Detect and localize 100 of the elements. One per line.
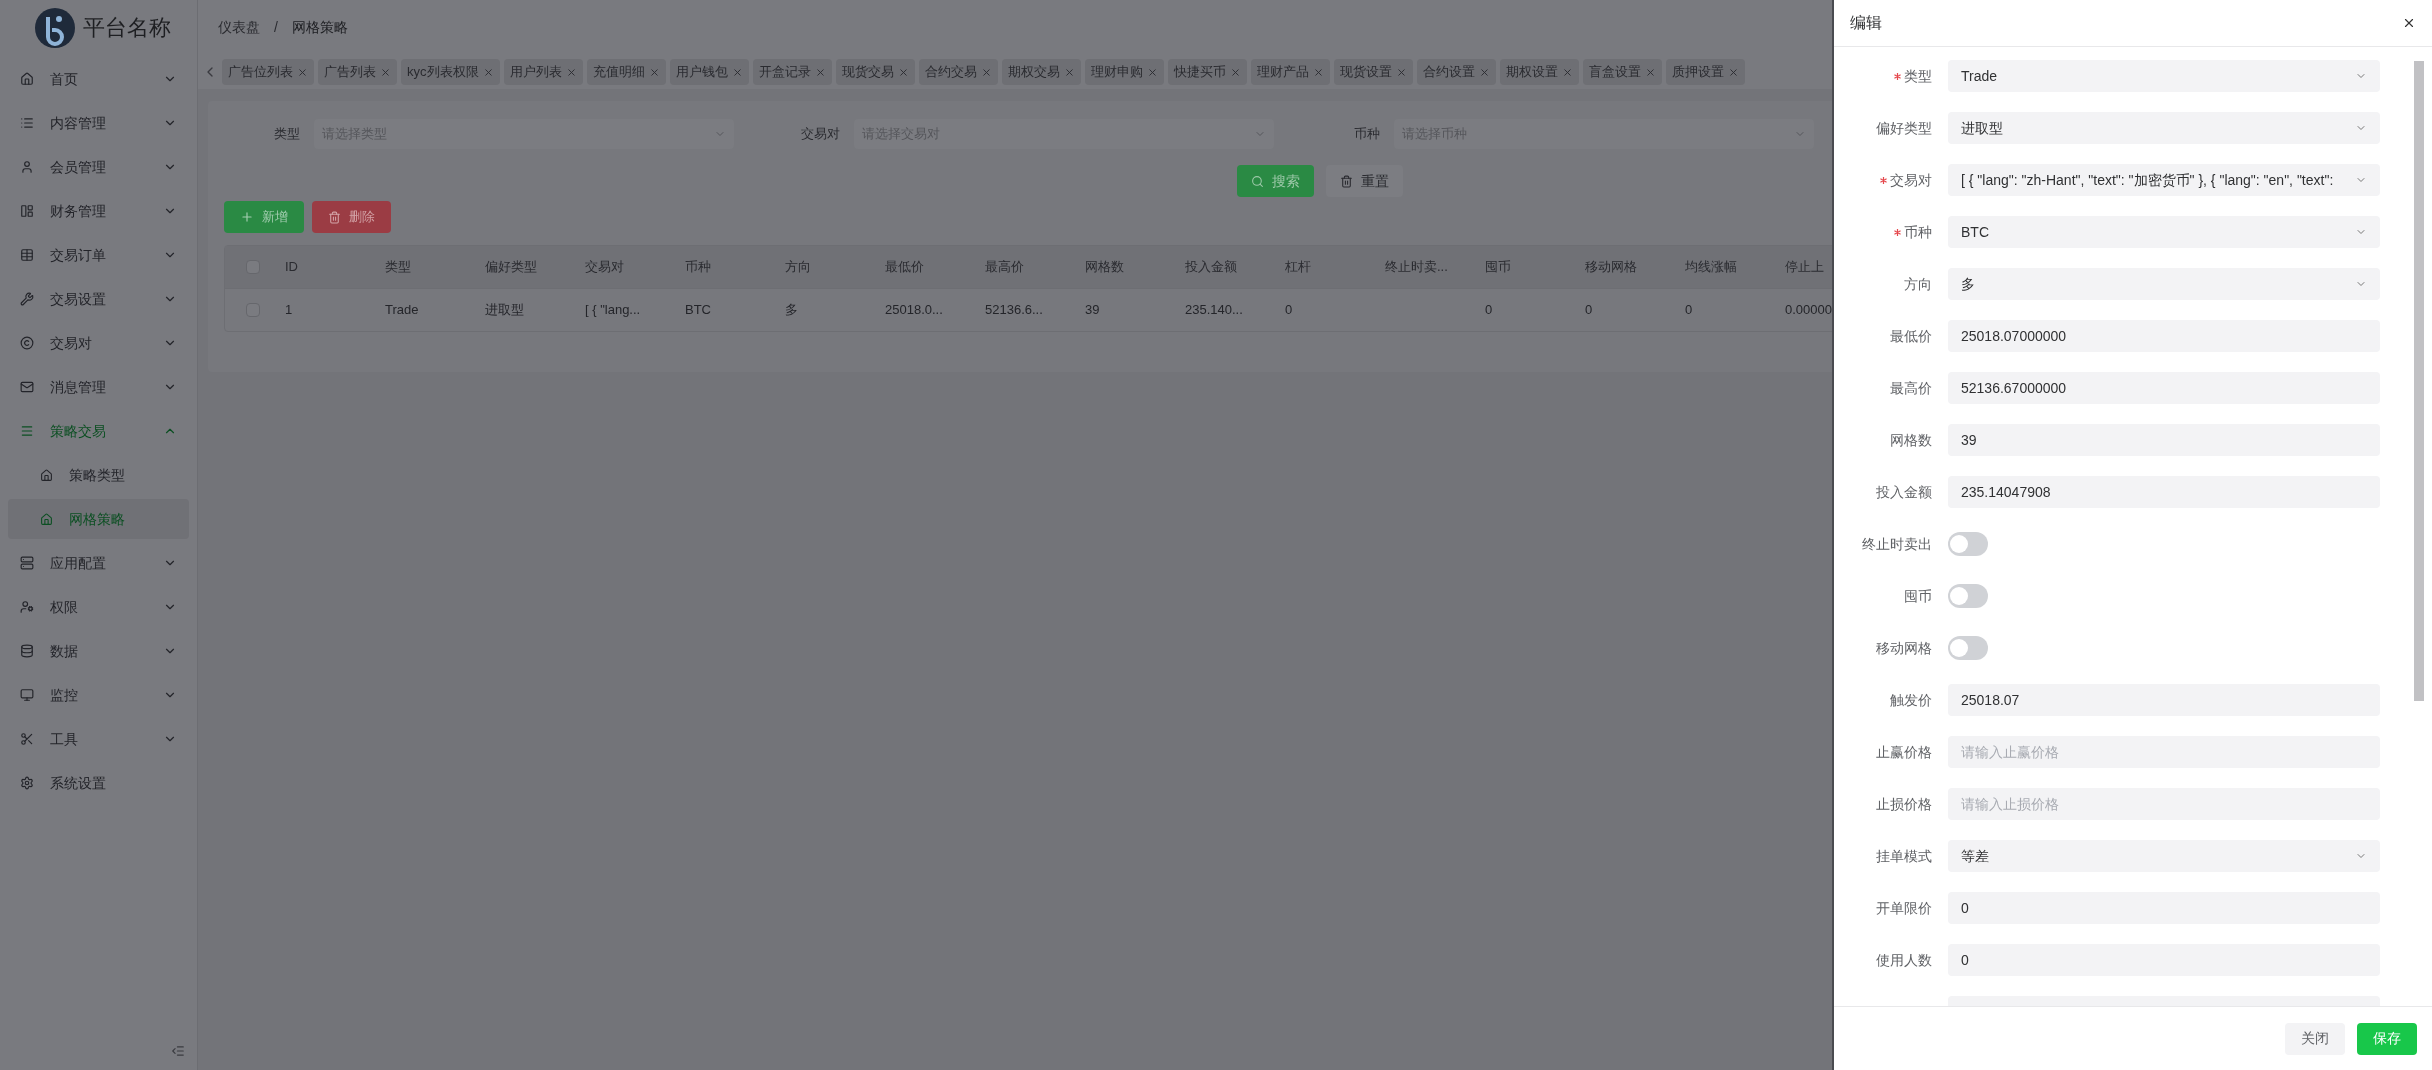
- table-cell: 0: [1685, 302, 1693, 318]
- input-field[interactable]: 请输入止赢价格: [1948, 736, 2380, 768]
- select-field[interactable]: [ { "lang": "zh-Hant", "text": "加密货币" }, { "lang": "en", "text":: [1948, 164, 2380, 196]
- server-icon: [20, 556, 34, 570]
- save-button[interactable]: 保存: [2357, 1022, 2417, 1055]
- sidebar-item[interactable]: 交易订单: [0, 233, 197, 277]
- sidebar-subitem[interactable]: 网格策略: [8, 499, 189, 539]
- input-field[interactable]: 39: [1948, 424, 2380, 456]
- sidebar-item[interactable]: 消息管理: [0, 365, 197, 409]
- page-tab[interactable]: 广告位列表: [222, 59, 314, 85]
- page-tab[interactable]: 用户列表: [503, 59, 583, 85]
- input-field[interactable]: 0: [1948, 944, 2380, 976]
- input-field[interactable]: 25018.07: [1948, 684, 2380, 716]
- list-icon: [20, 116, 34, 130]
- page-tab[interactable]: 广告列表: [318, 59, 397, 85]
- page-tab[interactable]: 用户钱包: [669, 59, 749, 85]
- sidebar-subitem[interactable]: 策略类型: [8, 455, 189, 495]
- page-tab[interactable]: 现货设置: [1333, 59, 1413, 85]
- field-label: 网格数: [1890, 430, 1932, 450]
- page-tab[interactable]: 盲盒设置: [1582, 59, 1662, 85]
- toggle-switch[interactable]: [1948, 532, 1988, 556]
- column-header: 投入金额: [1184, 258, 1238, 277]
- toggle-switch[interactable]: [1948, 584, 1988, 608]
- input-field[interactable]: 235.14047908: [1948, 476, 2380, 508]
- table-cell: 进取型: [485, 302, 524, 318]
- delete-button[interactable]: 删除: [312, 201, 391, 233]
- close-icon[interactable]: [2402, 16, 2416, 30]
- scissors-icon: [20, 732, 34, 746]
- column-header: 均线涨幅: [1684, 258, 1738, 277]
- sidebar-item[interactable]: 系统设置: [0, 761, 197, 805]
- reset-button[interactable]: 重置: [1326, 165, 1403, 197]
- gear-icon: [20, 776, 34, 790]
- column-header: ID: [284, 258, 299, 277]
- page-tab[interactable]: 质押设置: [1665, 59, 1745, 85]
- column-header: 最低价: [884, 258, 925, 277]
- page-tab[interactable]: 现货交易: [835, 59, 915, 85]
- sidebar-item[interactable]: 数据: [0, 629, 197, 673]
- page-tab[interactable]: 期权设置: [1499, 59, 1579, 85]
- column-header: 交易对: [584, 258, 625, 277]
- drawer-title: 编辑: [1850, 13, 1883, 33]
- sidebar-item[interactable]: 财务管理: [0, 189, 197, 233]
- page-tab[interactable]: 理财申购: [1084, 59, 1164, 85]
- search-button[interactable]: 搜索: [1237, 165, 1314, 197]
- select-field[interactable]: 进取型: [1948, 112, 2380, 144]
- field-label: 止损价格: [1876, 794, 1932, 814]
- column-header: 偏好类型: [484, 258, 538, 277]
- table-cell: BTC: [685, 302, 711, 318]
- sidebar-item[interactable]: 交易设置: [0, 277, 197, 321]
- user-icon: [20, 160, 34, 174]
- select-field[interactable]: 多: [1948, 268, 2380, 300]
- sidebar-item[interactable]: 策略交易: [0, 409, 197, 453]
- close-button[interactable]: 关闭: [2285, 1022, 2345, 1055]
- filter-label: 交易对: [800, 125, 841, 144]
- select-field[interactable]: 等差: [1948, 840, 2380, 872]
- field-label: 投入金额: [1876, 482, 1932, 502]
- page-tab[interactable]: 合约交易: [918, 59, 998, 85]
- select-field[interactable]: BTC: [1948, 216, 2380, 248]
- breadcrumb-current: 网格策略: [291, 18, 348, 37]
- table-cell: [ { "lang...: [585, 302, 641, 318]
- page-tab[interactable]: 快捷买币: [1167, 59, 1247, 85]
- filter-label: 类型: [273, 125, 301, 144]
- field-label: 囤币: [1904, 586, 1932, 606]
- toggle-switch[interactable]: [1948, 636, 1988, 660]
- platform-name: 平台名称: [83, 14, 171, 42]
- field-label: 使用人数: [1876, 950, 1932, 970]
- input-field[interactable]: 请输入止损价格: [1948, 788, 2380, 820]
- page-tab[interactable]: 充值明细: [586, 59, 666, 85]
- page-tab[interactable]: 期权交易: [1001, 59, 1081, 85]
- sidebar-item[interactable]: 会员管理: [0, 145, 197, 189]
- page-tab[interactable]: 理财产品: [1250, 59, 1330, 85]
- sidebar-item[interactable]: 交易对: [0, 321, 197, 365]
- required-asterisk-icon: [1880, 176, 1887, 184]
- table-cell: 0: [1285, 302, 1293, 318]
- page-tab[interactable]: kyc列表权限: [401, 59, 500, 85]
- required-asterisk-icon: [1894, 228, 1901, 236]
- select-field[interactable]: Trade: [1948, 60, 2380, 92]
- column-header: 类型: [384, 258, 412, 277]
- input-field[interactable]: 25018.07000000: [1948, 320, 2380, 352]
- sidebar-item[interactable]: 工具: [0, 717, 197, 761]
- input-field[interactable]: 52136.67000000: [1948, 372, 2380, 404]
- add-button[interactable]: 新增: [224, 201, 304, 233]
- page-tab[interactable]: 开盒记录: [752, 59, 832, 85]
- field-label: 移动网格: [1876, 638, 1932, 658]
- plus-icon: [240, 210, 254, 224]
- breadcrumb-link[interactable]: 仪表盘: [218, 17, 260, 38]
- sidebar-item[interactable]: 权限: [0, 585, 197, 629]
- column-header: 囤币: [1484, 258, 1512, 277]
- sidebar-item[interactable]: 监控: [0, 673, 197, 717]
- sidebar-item[interactable]: 内容管理: [0, 101, 197, 145]
- monitor-icon: [20, 688, 34, 702]
- page-tab[interactable]: 合约设置: [1416, 59, 1496, 85]
- collapse-icon[interactable]: [171, 1044, 185, 1058]
- table-cell: 1: [285, 302, 293, 318]
- column-header: 停止上: [1784, 258, 1825, 277]
- house-icon: [40, 468, 53, 482]
- input-field[interactable]: 0: [1948, 892, 2380, 924]
- field-label: 交易对: [1890, 170, 1932, 190]
- sidebar-item[interactable]: 应用配置: [0, 541, 197, 585]
- sidebar-item[interactable]: 首页: [0, 57, 197, 101]
- column-header: 网格数: [1084, 258, 1125, 277]
